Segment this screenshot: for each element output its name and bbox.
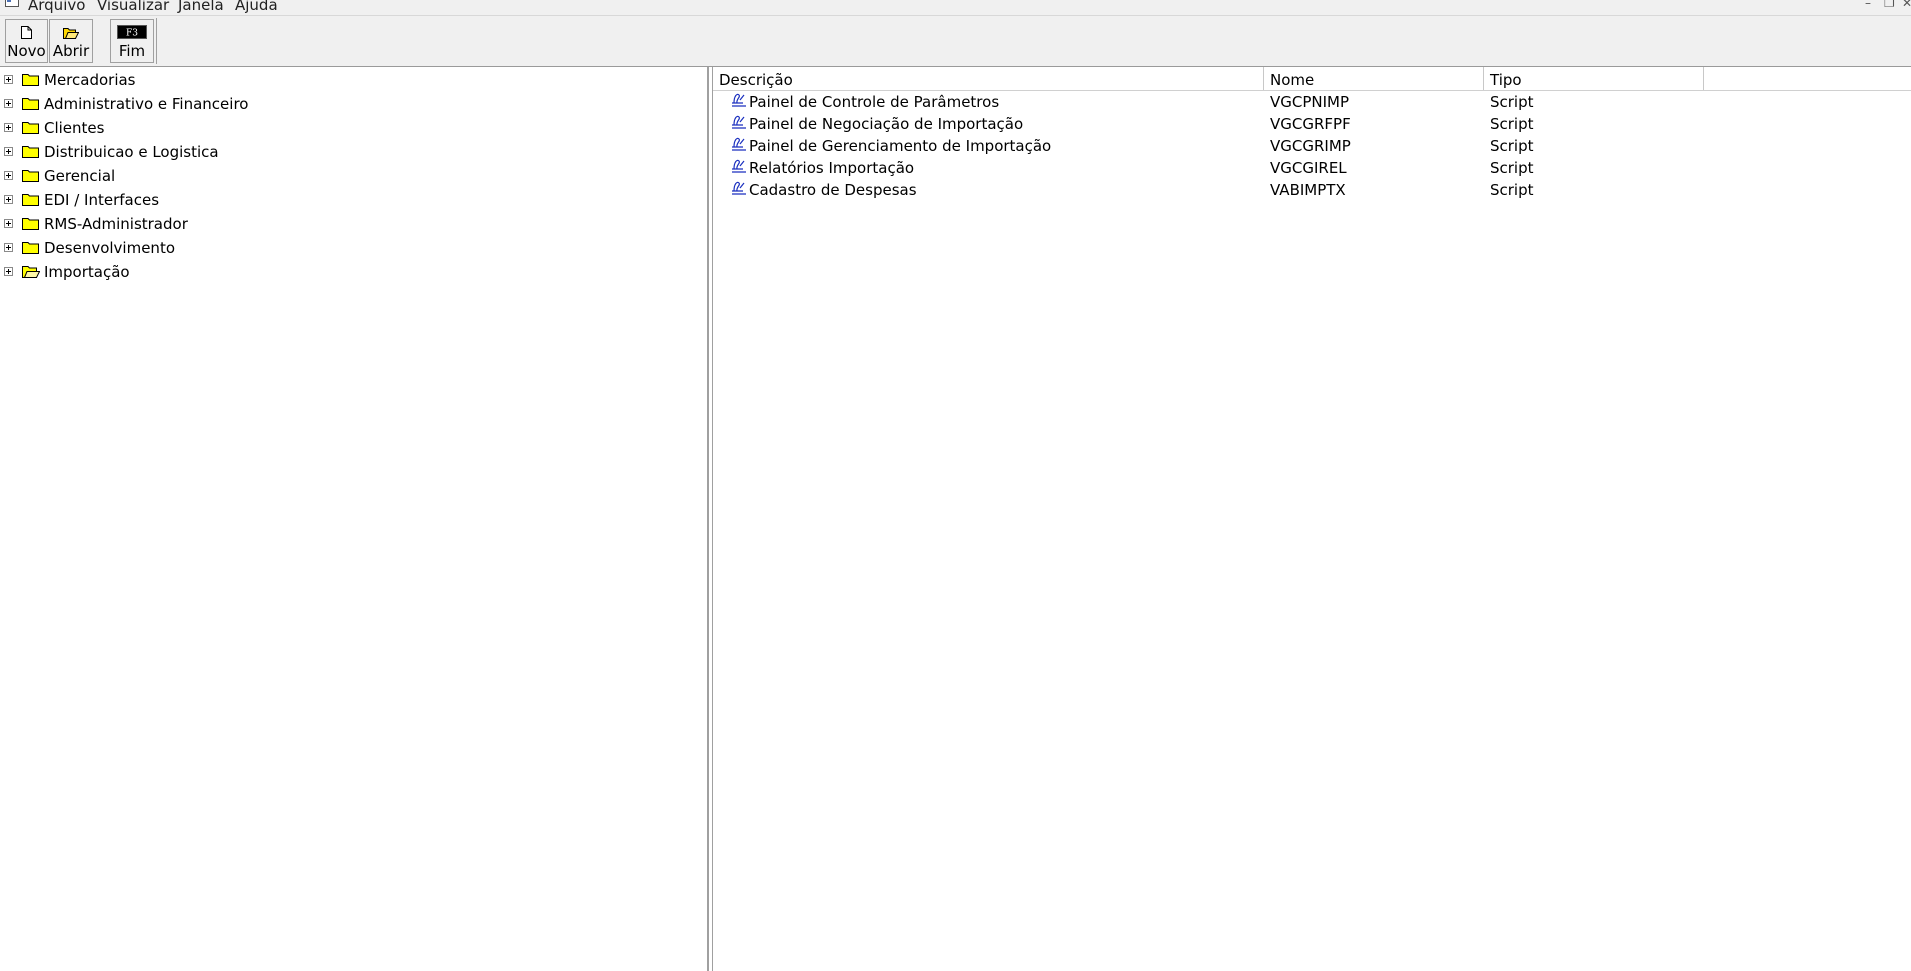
open-folder-icon [63,28,79,39]
app-icon[interactable] [5,0,19,7]
column-header-descricao[interactable]: Descrição [713,67,1264,90]
folder-icon [22,242,39,254]
new-document-icon [21,26,32,39]
list-item[interactable]: Painel de Gerenciamento de Importação VG… [713,135,1911,157]
folder-icon [22,146,39,158]
folder-icon [22,170,39,182]
folder-icon [22,122,39,134]
tree-item-label: EDI / Interfaces [44,191,160,209]
open-folder-icon [22,266,40,278]
novo-button[interactable]: Novo [5,19,48,63]
cell-descricao: Relatórios Importação [749,159,915,177]
toolbar: Novo Abrir F3 Fim [0,16,1911,68]
expand-plus-icon[interactable] [4,219,13,228]
script-icon [732,137,746,151]
column-header-nome[interactable]: Nome [1264,67,1484,90]
list-item[interactable]: Painel de Negociação de Importação VGCGR… [713,113,1911,135]
column-header-tipo[interactable]: Tipo [1484,67,1704,90]
menu-janela[interactable]: Janela [178,0,224,15]
tree-item-clientes[interactable]: Clientes [0,118,700,138]
expand-plus-icon[interactable] [4,243,13,252]
fim-label: Fim [118,42,146,60]
expand-plus-icon[interactable] [4,195,13,204]
tree-pane[interactable]: Mercadorias Administrativo e Financeiro … [0,67,709,971]
list-item[interactable]: Painel de Controle de Parâmetros VGCPNIM… [713,91,1911,113]
f3-key-label: F3 [126,29,138,39]
expand-plus-icon[interactable] [4,123,13,132]
menu-ajuda[interactable]: Ajuda [235,0,278,15]
script-icon [732,181,746,195]
cell-descricao: Painel de Controle de Parâmetros [749,93,1000,111]
tree-item-label: Mercadorias [44,71,136,89]
restore-icon[interactable]: ❐ [1884,0,1895,9]
novo-label: Novo [7,42,46,60]
menu-bar: Arquivo Visualizar Janela Ajuda – ❐ ✕ [0,0,1911,16]
expand-plus-icon[interactable] [4,75,13,84]
tree-item-label: Desenvolvimento [44,239,176,257]
cell-tipo: Script [1490,93,1534,111]
cell-nome: VGCGRIMP [1270,137,1351,155]
list-view[interactable]: Descrição Nome Tipo Painel de Controle d… [712,67,1911,971]
cell-tipo: Script [1490,159,1534,177]
expand-plus-icon[interactable] [4,147,13,156]
expand-plus-icon[interactable] [4,267,13,276]
cell-tipo: Script [1490,137,1534,155]
cell-tipo: Script [1490,181,1534,199]
abrir-label: Abrir [52,42,90,60]
tree-item-mercadorias[interactable]: Mercadorias [0,70,700,90]
script-icon [732,93,746,107]
tree-item-desenvolvimento[interactable]: Desenvolvimento [0,238,700,258]
tree-item-importacao[interactable]: Importação [0,262,700,282]
tree-item-label: Gerencial [44,167,116,185]
tree-item-distribuicao-logistica[interactable]: Distribuicao e Logistica [0,142,700,162]
folder-icon [22,194,39,206]
folder-icon [22,98,39,110]
cell-nome: VGCPNIMP [1270,93,1350,111]
toolbar-separator [156,18,157,64]
list-item[interactable]: Cadastro de Despesas VABIMPTX Script [713,179,1911,201]
tree-item-rms-administrador[interactable]: RMS-Administrador [0,214,700,234]
tree-item-label: Distribuicao e Logistica [44,143,219,161]
list-item[interactable]: Relatórios Importação VGCGIREL Script [713,157,1911,179]
abrir-button[interactable]: Abrir [49,19,93,63]
expand-plus-icon[interactable] [4,99,13,108]
close-icon[interactable]: ✕ [1902,0,1911,9]
folder-icon [22,74,39,86]
menu-arquivo[interactable]: Arquivo [28,0,85,15]
script-icon [732,159,746,173]
column-header-empty [1704,67,1911,90]
menu-visualizar[interactable]: Visualizar [97,0,169,15]
tree-item-label: Administrativo e Financeiro [44,95,249,113]
minimize-icon[interactable]: – [1865,0,1871,9]
folder-icon [22,218,39,230]
list-header: Descrição Nome Tipo [713,67,1911,91]
tree-item-label: RMS-Administrador [44,215,188,233]
tree-item-administrativo-financeiro[interactable]: Administrativo e Financeiro [0,94,700,114]
cell-nome: VGCGIREL [1270,159,1347,177]
script-icon [732,115,746,129]
cell-nome: VGCGRFPF [1270,115,1351,133]
fim-button[interactable]: F3 Fim [110,19,154,63]
cell-descricao: Painel de Gerenciamento de Importação [749,137,1052,155]
expand-plus-icon[interactable] [4,171,13,180]
tree-item-label: Clientes [44,119,105,137]
tree-item-gerencial[interactable]: Gerencial [0,166,700,186]
cell-nome: VABIMPTX [1270,181,1346,199]
tree-item-label: Importação [44,263,130,281]
tree-item-edi-interfaces[interactable]: EDI / Interfaces [0,190,700,210]
cell-tipo: Script [1490,115,1534,133]
f3-key-icon: F3 [117,25,147,39]
cell-descricao: Cadastro de Despesas [749,181,917,199]
cell-descricao: Painel de Negociação de Importação [749,115,1024,133]
